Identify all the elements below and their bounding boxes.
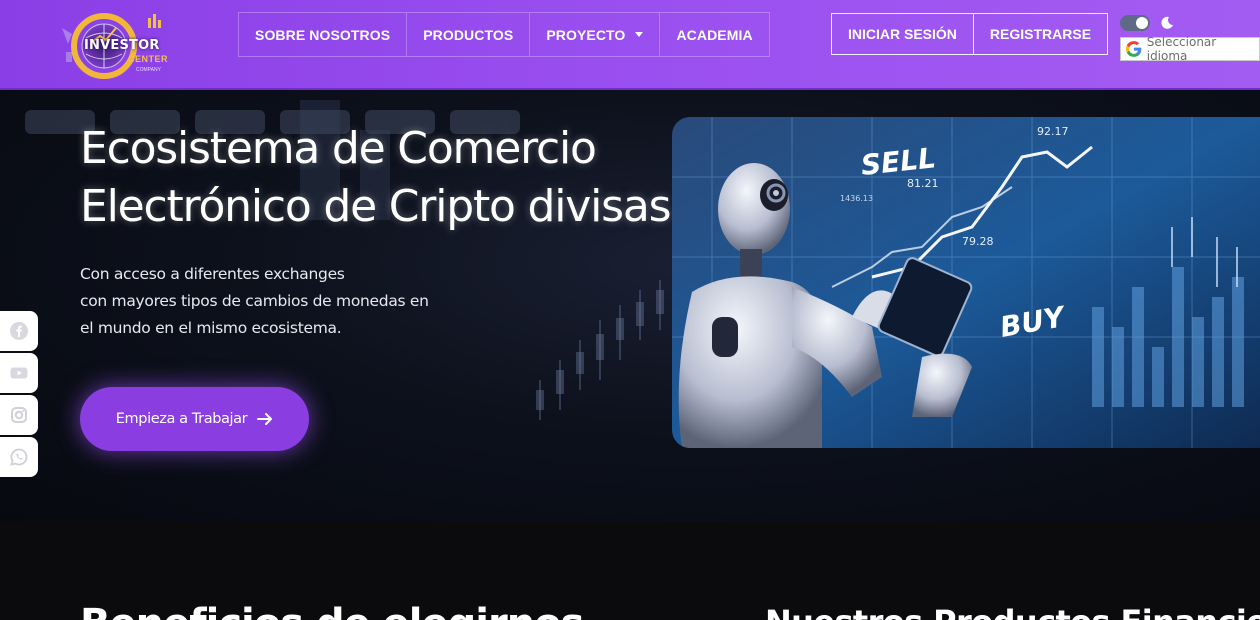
price-value-4: 1436.13	[840, 194, 873, 203]
nav-label: ACADEMIA	[676, 26, 753, 43]
instagram-icon	[11, 407, 27, 423]
caret-down-icon	[635, 32, 644, 37]
theme-switch-knob	[1136, 17, 1148, 29]
login-button[interactable]: INICIAR SESIÓN	[831, 13, 974, 55]
nav-item-proyecto[interactable]: PROYECTO	[530, 13, 661, 56]
hero-desc-line3: el mundo en el mismo ecosistema.	[80, 319, 342, 337]
google-icon	[1125, 41, 1142, 57]
register-button[interactable]: REGISTRARSE	[973, 13, 1109, 55]
nav-label: PRODUCTOS	[423, 26, 514, 43]
cta-label: Empieza a Trabajar	[115, 411, 248, 427]
arrow-right-icon	[257, 413, 273, 425]
hero-desc-line1: Con acceso a diferentes exchanges	[80, 265, 345, 283]
hero-title: Ecosistema de Comercio Electrónico de Cr…	[80, 120, 720, 236]
price-value-3: 79.28	[962, 235, 994, 248]
language-selector-label: Seleccionar idioma	[1146, 35, 1217, 63]
hero-title-line1: Ecosistema de Comercio	[80, 123, 597, 174]
robot-trading-illustration: SELL BUY 92.17 81.21 79.28 1436.13	[672, 117, 1260, 448]
start-working-button[interactable]: Empieza a Trabajar	[80, 387, 309, 451]
logo-tagline: COMPANY	[136, 67, 161, 73]
logo-subtitle: CENTER	[128, 54, 169, 64]
logo-wordmark: INVESTOR	[84, 38, 160, 53]
auth-buttons: INICIAR SESIÓN REGISTRARSE	[831, 13, 1109, 55]
whatsapp-icon	[10, 448, 28, 466]
products-heading: Nuestros Productos Financieros	[765, 603, 1260, 620]
benefits-products-section: Beneficios de elegirnos Nuestros Product…	[0, 521, 1260, 620]
theme-switch[interactable]	[1120, 15, 1150, 31]
nav-item-academia[interactable]: ACADEMIA	[660, 13, 768, 56]
hero-section: Ecosistema de Comercio Electrónico de Cr…	[0, 90, 1260, 521]
youtube-icon	[10, 367, 28, 379]
benefits-heading: Beneficios de elegirnos	[80, 601, 584, 620]
moon-icon	[1161, 16, 1173, 29]
logo[interactable]: INVESTOR CENTER COMPANY	[52, 8, 180, 82]
nav-item-sobre-nosotros[interactable]: SOBRE NOSOTROS	[239, 13, 408, 56]
youtube-link[interactable]	[0, 353, 38, 393]
instagram-link[interactable]	[0, 395, 38, 435]
price-value-2: 81.21	[907, 177, 939, 190]
nav-label: SOBRE NOSOTROS	[255, 26, 391, 43]
site-header: INVESTOR CENTER COMPANY SOBRE NOSOTROS P…	[0, 0, 1260, 90]
theme-toggle	[1120, 15, 1174, 31]
hero-description: Con acceso a diferentes exchanges con ma…	[80, 261, 460, 342]
hero-desc-line2: con mayores tipos de cambios de monedas …	[80, 292, 429, 310]
hero-robot-image: SELL BUY 92.17 81.21 79.28 1436.13	[672, 117, 1260, 448]
nav-item-productos[interactable]: PRODUCTOS	[407, 13, 531, 56]
nav-label: PROYECTO	[546, 26, 626, 43]
social-sidebar	[0, 311, 38, 479]
facebook-icon	[10, 322, 28, 340]
main-nav: SOBRE NOSOTROS PRODUCTOS PROYECTO ACADEM…	[238, 12, 770, 57]
facebook-link[interactable]	[0, 311, 38, 351]
hero-title-line2: Electrónico de Cripto divisas	[80, 181, 672, 232]
whatsapp-link[interactable]	[0, 437, 38, 477]
language-selector[interactable]: Seleccionar idioma	[1120, 35, 1260, 63]
price-value-1: 92.17	[1037, 125, 1069, 138]
